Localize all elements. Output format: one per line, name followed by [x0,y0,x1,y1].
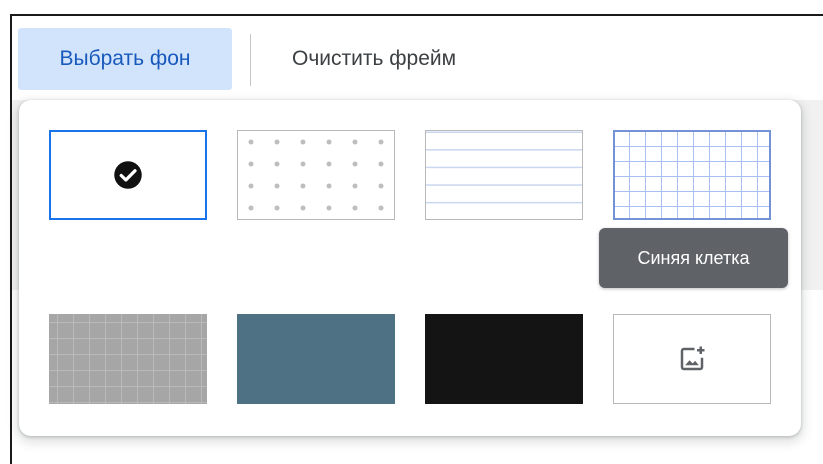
background-option-blue-grid[interactable] [613,130,771,220]
check-circle-icon [114,161,142,189]
toolbar: Выбрать фон Очистить фрейм [12,16,823,290]
background-option-blank[interactable] [49,130,207,220]
add-photo-icon [680,346,705,371]
background-option-dots[interactable] [237,130,395,220]
toolbar-divider [250,34,251,86]
background-option-upload-image[interactable] [613,314,771,404]
background-option-gray-grid[interactable] [49,314,207,404]
background-option-black[interactable] [425,314,583,404]
clear-frame-button[interactable]: Очистить фрейм [288,28,460,90]
tooltip-blue-grid: Синяя клетка [599,228,788,288]
background-option-lines[interactable] [425,130,583,220]
choose-background-button[interactable]: Выбрать фон [18,28,232,90]
background-option-slate[interactable] [237,314,395,404]
